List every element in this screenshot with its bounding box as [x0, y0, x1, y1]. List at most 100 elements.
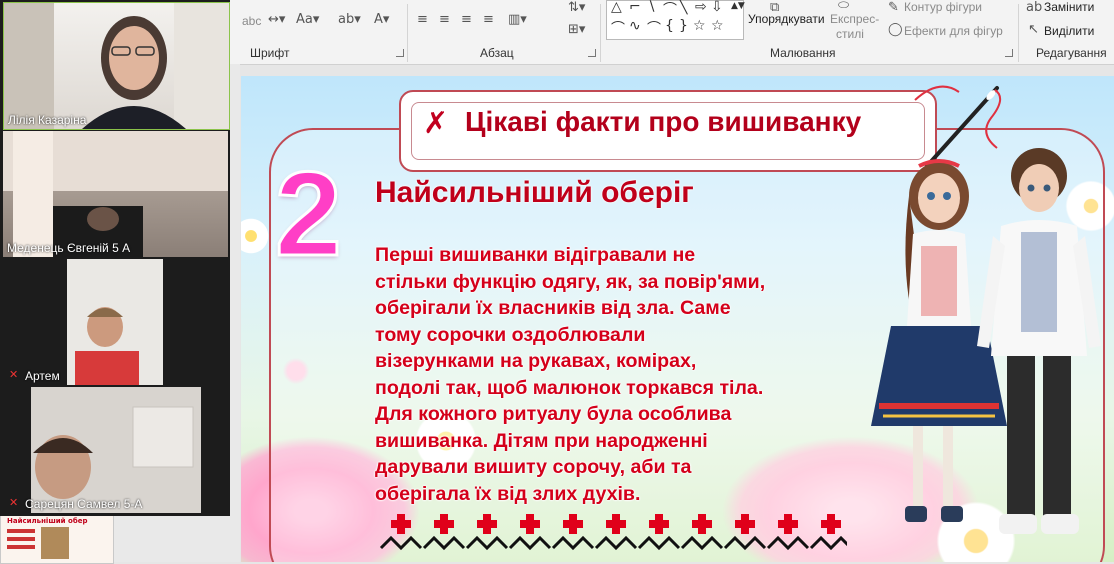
body-line: Перші вишиванки відігравали не	[375, 244, 696, 266]
title-box: ✗ Цікаві факти про вишиванку	[399, 90, 937, 172]
thumbnail-line	[7, 529, 35, 533]
shapes-gallery[interactable]: △ ⌐ ∖ ⌒ ╲ ⇨ ⇩ ⌒ ∿ ⌒ { } ☆ ☆ ▲▼	[606, 0, 745, 40]
embroidery-cross	[606, 514, 626, 534]
embroidery-stitch	[379, 535, 423, 551]
shape-outline-icon[interactable]: ✎	[888, 0, 899, 15]
body-line: дарували вишиту сорочу, аби та	[375, 456, 692, 478]
drawing-dialog-launcher[interactable]	[1005, 49, 1013, 57]
embroidery-cross	[649, 514, 669, 534]
embroidery-stitch	[551, 535, 595, 551]
participant-video	[3, 131, 228, 257]
font-color-icon[interactable]: ab▾	[338, 12, 361, 27]
font-dialog-launcher[interactable]	[396, 49, 404, 57]
quick-styles-button-line2[interactable]: стилі	[836, 27, 864, 41]
text-direction-icon[interactable]: ⇅▾	[568, 0, 585, 15]
curve-shape-icon[interactable]: ⌒	[663, 0, 677, 19]
embroidery-stitch	[422, 535, 466, 551]
participant-tile[interactable]: Лілія Казаріна	[3, 2, 230, 130]
embroidery-cross	[477, 514, 497, 534]
participant-name: Артем	[25, 369, 60, 383]
star-shape-icon[interactable]: ☆	[711, 18, 724, 34]
muted-mic-icon: ✕	[9, 496, 19, 509]
embroidery-cross	[821, 514, 841, 534]
body-line: оберігала їх від злих духів.	[375, 482, 641, 505]
body-line: стільки функцію одягу, як, за повір'ями,	[375, 270, 766, 293]
align-center-icon[interactable]: ≡	[439, 12, 450, 27]
slide-canvas[interactable]: ✗ Цікаві факти про вишиванку 2 Найсильні…	[241, 76, 1114, 562]
change-case-icon[interactable]: Aa▾	[296, 12, 319, 27]
body-line: тому сорочки оздоблювали	[375, 323, 646, 346]
align-left-icon[interactable]: ≡	[417, 12, 428, 27]
font-group-label: Шрифт	[250, 46, 290, 60]
slide-title[interactable]: Цікаві факти про вишиванку	[465, 106, 861, 138]
select-cursor-icon[interactable]: ↖	[1028, 22, 1039, 37]
muted-mic-icon: ✕	[9, 368, 19, 381]
shape-outline-button[interactable]: Контур фігури	[904, 0, 982, 14]
embroidery-stitch	[637, 535, 681, 551]
participant-tile[interactable]: Меденець Євгеній 5 А	[3, 131, 228, 257]
replace-button[interactable]: Замінити	[1044, 0, 1094, 14]
shape-effects-icon[interactable]: ◯	[888, 22, 903, 37]
strikethrough-icon[interactable]: abc	[242, 14, 261, 28]
thumbnail-title: Найсильніший обер	[7, 517, 88, 525]
arrow-shape-icon[interactable]: ⇩	[711, 0, 723, 15]
slide-thumbnail[interactable]: Найсильніший обер	[0, 512, 114, 564]
participant-tile[interactable]: ✕ Сарецян Самвел 5-А	[3, 387, 228, 513]
participant-video	[4, 3, 229, 129]
paragraph-group-label: Абзац	[480, 46, 514, 60]
drawing-group-label: Малювання	[770, 46, 836, 60]
body-line: Для кожного ритуалу була особлива	[375, 403, 732, 425]
slide-subtitle[interactable]: Найсильніший оберіг	[375, 176, 694, 210]
ribbon-separator	[407, 4, 408, 62]
arc-shape-icon[interactable]: ⌒	[611, 18, 625, 38]
kids-in-vyshyvanka-illustration	[871, 148, 1101, 534]
body-line: подолі так, щоб малюнок торкався тіла.	[375, 376, 764, 399]
char-spacing-icon[interactable]: ↔▾	[268, 12, 285, 27]
embroidery-stitch	[465, 535, 509, 551]
curve-shape-icon[interactable]: ⌒	[647, 18, 661, 38]
justify-icon[interactable]: ≡	[483, 12, 494, 27]
thumbnail-line	[7, 545, 35, 549]
embroidery-cross	[563, 514, 583, 534]
arrow-shape-icon[interactable]: ⇨	[695, 0, 707, 15]
embroidery-stitch	[594, 535, 638, 551]
embroidery-cross	[434, 514, 454, 534]
embroidery-stitch	[723, 535, 767, 551]
participant-name: Лілія Казаріна	[8, 113, 87, 127]
bracket-shape-icon[interactable]: ∿	[629, 18, 641, 34]
daisy-decoration	[241, 216, 271, 256]
brace-shape-icon[interactable]: {	[665, 18, 674, 34]
embroidery-cross	[520, 514, 540, 534]
slide-body-text[interactable]: Перші вишиванки відігравали не стільки ф…	[375, 242, 895, 507]
gallery-more-icon[interactable]: ▲▼	[731, 1, 745, 11]
smartart-icon[interactable]: ⊞▾	[568, 22, 585, 37]
participant-name: Меденець Євгеній 5 А	[7, 241, 131, 255]
ribbon-separator	[1018, 4, 1019, 62]
body-line: оберігали їх власників від зла. Саме	[375, 297, 731, 319]
embroidery-cross	[391, 514, 411, 534]
participant-tile[interactable]: ✕ Артем	[3, 259, 228, 385]
ribbon-separator	[600, 4, 601, 62]
body-line: вишиванка. Дітям при народженні	[375, 429, 708, 452]
columns-icon[interactable]: ▥▾	[508, 12, 527, 27]
paragraph-dialog-launcher[interactable]	[588, 49, 596, 57]
embroidery-stitch	[508, 535, 552, 551]
editing-group-label: Редагування	[1036, 46, 1107, 60]
arrange-button[interactable]: Упорядкувати	[748, 12, 825, 26]
line-shape-icon[interactable]: ⌐	[629, 0, 641, 15]
thumbnail-image	[41, 527, 69, 559]
line-shape-icon[interactable]: ╲	[679, 0, 687, 15]
replace-icon[interactable]: ab	[1026, 0, 1042, 15]
align-right-icon[interactable]: ≡	[461, 12, 472, 27]
stitch-cross-icon: ✗	[423, 106, 449, 141]
embroidery-cross	[778, 514, 798, 534]
line-shape-icon[interactable]: ∖	[647, 0, 656, 15]
select-button[interactable]: Виділити	[1044, 24, 1094, 38]
triangle-shape-icon[interactable]: △	[611, 0, 622, 15]
star-shape-icon[interactable]: ☆	[693, 18, 706, 34]
embroidery-stitch	[766, 535, 810, 551]
text-color-icon[interactable]: A▾	[374, 12, 389, 27]
brace-shape-icon[interactable]: }	[679, 18, 688, 34]
quick-styles-button[interactable]: Експрес-	[830, 12, 879, 26]
shape-effects-button[interactable]: Ефекти для фігур	[904, 24, 1003, 38]
